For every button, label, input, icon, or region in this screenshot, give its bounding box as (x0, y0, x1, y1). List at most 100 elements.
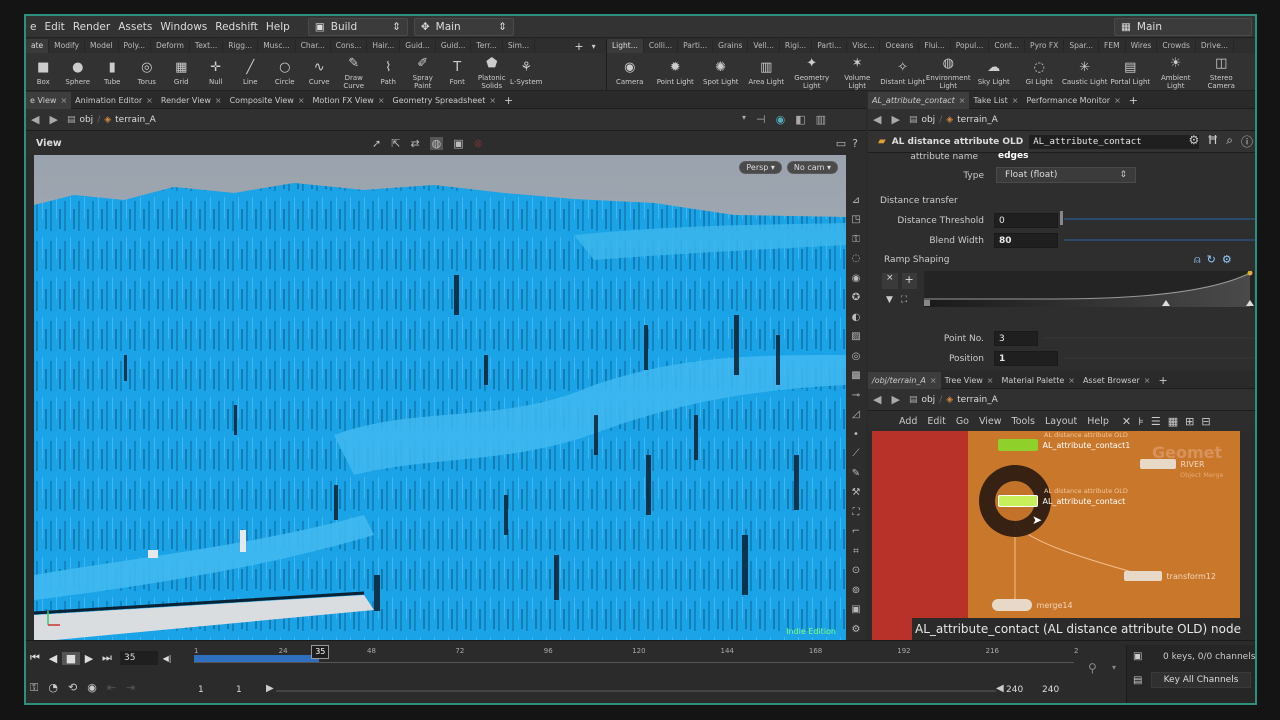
shelf-tab[interactable]: Cons... (331, 39, 368, 53)
current-frame-marker[interactable]: 35 (311, 645, 330, 659)
close-icon[interactable]: × (146, 92, 153, 109)
tab-geometry-spreadsheet[interactable]: Geometry Spreadsheet × (389, 92, 501, 109)
forward-arrow-icon[interactable]: ▶ (886, 113, 904, 126)
shelf-tool-distant-light[interactable]: ✧ Distant Light (880, 57, 926, 86)
position-slider[interactable] (1064, 357, 1255, 359)
search-icon[interactable]: ⌕ (1226, 133, 1233, 150)
select-tool-icon[interactable]: ➚ (372, 137, 381, 150)
node-merge14[interactable]: merge14 (992, 599, 1073, 611)
point-number-slider[interactable] (1044, 337, 1255, 339)
tiles-icon[interactable]: ⊞ (1185, 415, 1194, 428)
attr-name-field[interactable]: edges (998, 151, 1028, 161)
shelf-tab[interactable]: Colli... (644, 39, 679, 53)
next-key-icon[interactable]: ⇥ (126, 681, 135, 695)
shelf-tab[interactable]: Musc... (258, 39, 296, 53)
ramp-reset-icon[interactable]: ↻ (1207, 253, 1216, 267)
info-icon[interactable]: ⓘ (1241, 133, 1253, 150)
shelf-tool-camera[interactable]: ◉ Camera (607, 57, 653, 86)
shelf-tool-draw-curve[interactable]: ✎ Draw Curve (337, 53, 372, 90)
range-start-handle[interactable]: ▶ (266, 683, 274, 694)
panel-icon[interactable]: ⊟ (1201, 415, 1210, 428)
distance-threshold-slider[interactable] (1064, 218, 1255, 220)
menu-edit[interactable]: Edit (922, 416, 950, 427)
dot-icon[interactable]: • (847, 427, 865, 441)
menu-tools[interactable]: Tools (1007, 416, 1040, 427)
distance-threshold-field[interactable]: 0 (994, 213, 1058, 228)
menu-go[interactable]: Go (951, 416, 974, 427)
shelf-tab[interactable]: Rigg... (223, 39, 259, 53)
list-icon[interactable]: ☰ (1151, 415, 1161, 428)
shelf-tool-torus[interactable]: ◎ Torus (130, 57, 165, 86)
shelf-tool-caustic-light[interactable]: ✳ Caustic Light (1062, 57, 1108, 86)
shelf-tab[interactable]: Pyro FX (1025, 39, 1065, 53)
close-icon[interactable]: × (489, 92, 496, 109)
shelf-tool-stereo-camera[interactable]: ◫ Stereo Camera (1199, 53, 1245, 90)
shelf-tab[interactable]: Parti... (678, 39, 714, 53)
shelf-tool-environment-light[interactable]: ◍ Environment Light (926, 53, 972, 90)
scope-key-icon[interactable]: ⚲ (1088, 661, 1097, 675)
realtime-icon[interactable]: ◉ (87, 681, 97, 695)
forward-arrow-icon[interactable]: ▶ (886, 393, 904, 406)
paint-icon[interactable]: ⚒ (847, 486, 865, 500)
gear-icon[interactable]: ⚙ (1188, 133, 1199, 150)
shelf-tab[interactable]: Vell... (748, 39, 780, 53)
menu-file[interactable]: e (26, 16, 40, 38)
breadcrumb-root[interactable]: obj (921, 395, 935, 405)
stamp-icon[interactable]: ⛶ (847, 505, 865, 519)
add-tab-icon[interactable]: + (1125, 92, 1142, 109)
menu-render[interactable]: Render (69, 16, 114, 38)
current-frame-field[interactable]: 35 (120, 651, 158, 665)
persp-menu[interactable]: Persp ▾ (739, 161, 782, 174)
shelf-tab[interactable]: Popul... (951, 39, 990, 53)
close-icon[interactable]: × (1068, 372, 1075, 389)
right-desktop-selector[interactable]: ▦ Main (1114, 17, 1252, 36)
forward-arrow-icon[interactable]: ▶ (44, 113, 62, 126)
shelf-tab[interactable]: Oceans (880, 39, 920, 53)
frame-ruler[interactable]: 35 1 24 48 72 96 120 144 168 192 216 2 (194, 645, 1078, 675)
play-reverse-icon[interactable]: ◀ (44, 652, 62, 665)
record-icon[interactable]: ⊗ (474, 137, 483, 150)
shelf-tab[interactable]: Terr... (471, 39, 503, 53)
audio-icon[interactable]: ◔ (48, 681, 58, 695)
shelf-tool-lsystem[interactable]: ⚘ L-System (509, 57, 544, 86)
tab-material-palette[interactable]: Material Palette × (998, 372, 1079, 389)
link-icon[interactable]: ◉ (776, 113, 786, 126)
menu-edit[interactable]: Edit (40, 16, 68, 38)
ruler-icon[interactable]: ◿ (847, 408, 865, 422)
shelf-tool-gi-light[interactable]: ◌ GI Light (1017, 57, 1063, 86)
pin-icon[interactable]: ⊙ (847, 564, 865, 578)
breadcrumb-root[interactable]: obj (921, 115, 935, 125)
cube-icon[interactable]: ◧ (795, 113, 805, 126)
chevron-down-icon[interactable]: ▾ (592, 42, 596, 51)
ghost-icon[interactable]: ◌ (847, 252, 865, 266)
shelf-tool-tube[interactable]: ▮ Tube (95, 57, 130, 86)
ramp-preset-icon[interactable]: ⍝ (1194, 253, 1201, 267)
node-name-field[interactable]: AL_attribute_contact (1029, 134, 1200, 149)
back-arrow-icon[interactable]: ◀ (868, 113, 886, 126)
delete-point-icon[interactable]: × (882, 273, 898, 289)
shelf-tab[interactable]: Parti... (812, 39, 848, 53)
shelf-tab[interactable]: Grains (713, 39, 749, 53)
desktop-selector[interactable]: ▣ Build ⇕ (307, 17, 408, 36)
collapse-icon[interactable]: ▼ (886, 295, 893, 305)
lock-icon[interactable]: ⚿ (847, 232, 865, 246)
snap-grid-icon[interactable]: ⌗ (847, 544, 865, 558)
shelf-tool-null[interactable]: ✛ Null (199, 57, 234, 86)
tab-asset-browser[interactable]: Asset Browser × (1079, 372, 1155, 389)
shelf-tool-geometry-light[interactable]: ✦ Geometry Light (789, 53, 835, 90)
close-icon[interactable]: × (1114, 92, 1121, 109)
tab-composite-view[interactable]: Composite View × (226, 92, 309, 109)
isolate-icon[interactable]: ◎ (847, 349, 865, 363)
shelf-tab[interactable]: Cont... (989, 39, 1026, 53)
target-icon[interactable]: ⊚ (847, 583, 865, 597)
shelf-tab[interactable]: Rigi... (780, 39, 813, 53)
tab-tree-view[interactable]: Tree View × (941, 372, 998, 389)
key-icon[interactable]: ⚿ (30, 681, 38, 695)
shelf-tab[interactable]: Flui... (919, 39, 951, 53)
shelf-tool-volume-light[interactable]: ✶ Volume Light (835, 53, 881, 90)
close-icon[interactable]: × (930, 372, 937, 389)
render-icon[interactable]: ▣ (847, 603, 865, 617)
layout-icon[interactable]: ▥ (816, 113, 826, 126)
breadcrumb-node[interactable]: terrain_A (957, 395, 998, 405)
shelf-tab[interactable]: Guid... (436, 39, 472, 53)
